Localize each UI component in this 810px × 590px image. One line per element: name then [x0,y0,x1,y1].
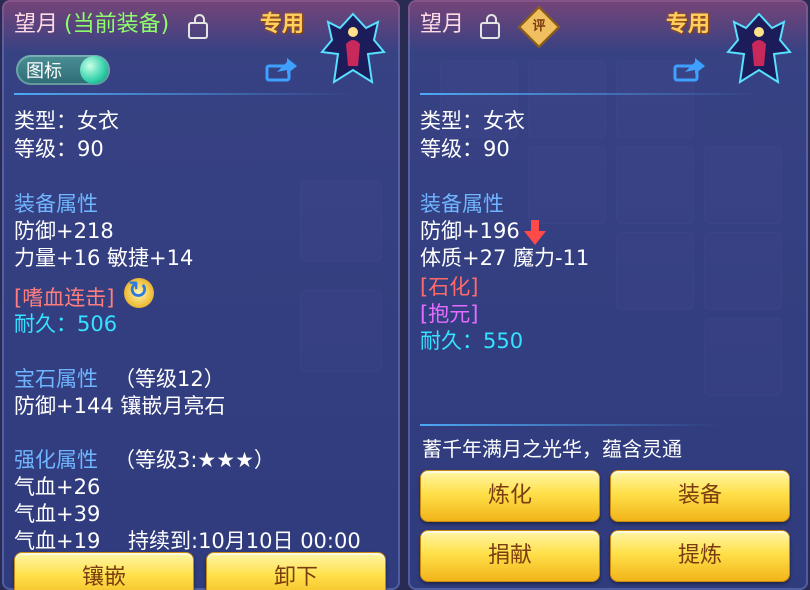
icon-toggle[interactable]: 图标 [16,55,110,85]
gem-level: （等级12） [114,367,225,391]
attributes-header: 装备属性 [420,192,504,216]
defense-stat: 防御+196 [420,219,520,243]
item-name: 望月 [420,12,465,37]
equipped-tag: (当前装备) [64,12,170,37]
special-tag: 专用 [260,12,305,37]
durability: 耐久：550 [420,329,524,353]
enhance-level: （等级3:★★★） [114,448,275,472]
divider [420,93,760,95]
character-portrait-icon [726,12,792,85]
extract-button[interactable]: 提炼 [610,530,790,582]
compare-item-panel: 望月 评 专用 类型：女衣 等级：90 装备属性 防御+196 体质+27 魔力… [408,0,808,590]
character-portrait-icon [320,12,386,85]
decrease-arrow-icon [524,220,546,245]
equip-button[interactable]: 装备 [610,470,790,522]
con-mag-stat: 体质+27 魔力-11 [420,246,590,270]
item-name: 望月 [14,12,59,37]
rating-badge[interactable]: 评 [517,5,561,49]
icon-toggle-label: 图标 [26,61,62,82]
item-type: 类型：女衣 [420,109,525,133]
skill-text: [嗜血连击] [14,286,115,310]
share-icon[interactable] [265,58,297,82]
rating-badge-label: 评 [532,19,546,34]
attributes-header: 装备属性 [14,192,98,216]
item-level: 等级：90 [14,137,104,161]
buff-duration: 持续到:10月10日 00:00 [128,529,361,553]
toggle-knob [80,56,108,84]
hp-bonus-3: 气血+19 [14,529,101,553]
trait-embrace: [抱元] [420,302,479,326]
share-icon[interactable] [673,58,705,82]
divider [14,93,354,95]
special-tag: 专用 [666,12,711,37]
equipped-item-panel: 望月 (当前装备) 专用 图标 类型：女衣 等级：90 装备属性 防御+218 … [2,0,400,590]
hp-bonus-2: 气血+39 [14,502,101,526]
refine-button[interactable]: 炼化 [420,470,600,522]
str-agi-stat: 力量+16 敏捷+14 [14,246,194,270]
defense-stat: 防御+218 [14,219,114,243]
lock-icon[interactable] [188,14,208,39]
trait-petrify: [石化] [420,275,479,299]
inlay-button[interactable]: 镶嵌 [14,552,194,590]
item-type: 类型：女衣 [14,109,119,133]
hp-bonus-1: 气血+26 [14,475,101,499]
gem-bonus: 防御+144 镶嵌月亮石 [14,394,226,418]
lock-icon[interactable] [480,14,500,39]
item-description: 蓄千年满月之光华，蕴含灵通 [422,437,682,461]
enhance-header: 强化属性 [14,448,98,472]
donate-button[interactable]: 捐献 [420,530,600,582]
item-level: 等级：90 [420,137,510,161]
refresh-icon[interactable] [124,276,154,308]
durability: 耐久：506 [14,312,118,336]
gem-header: 宝石属性 [14,367,98,391]
divider [420,424,720,426]
unequip-button[interactable]: 卸下 [206,552,386,590]
